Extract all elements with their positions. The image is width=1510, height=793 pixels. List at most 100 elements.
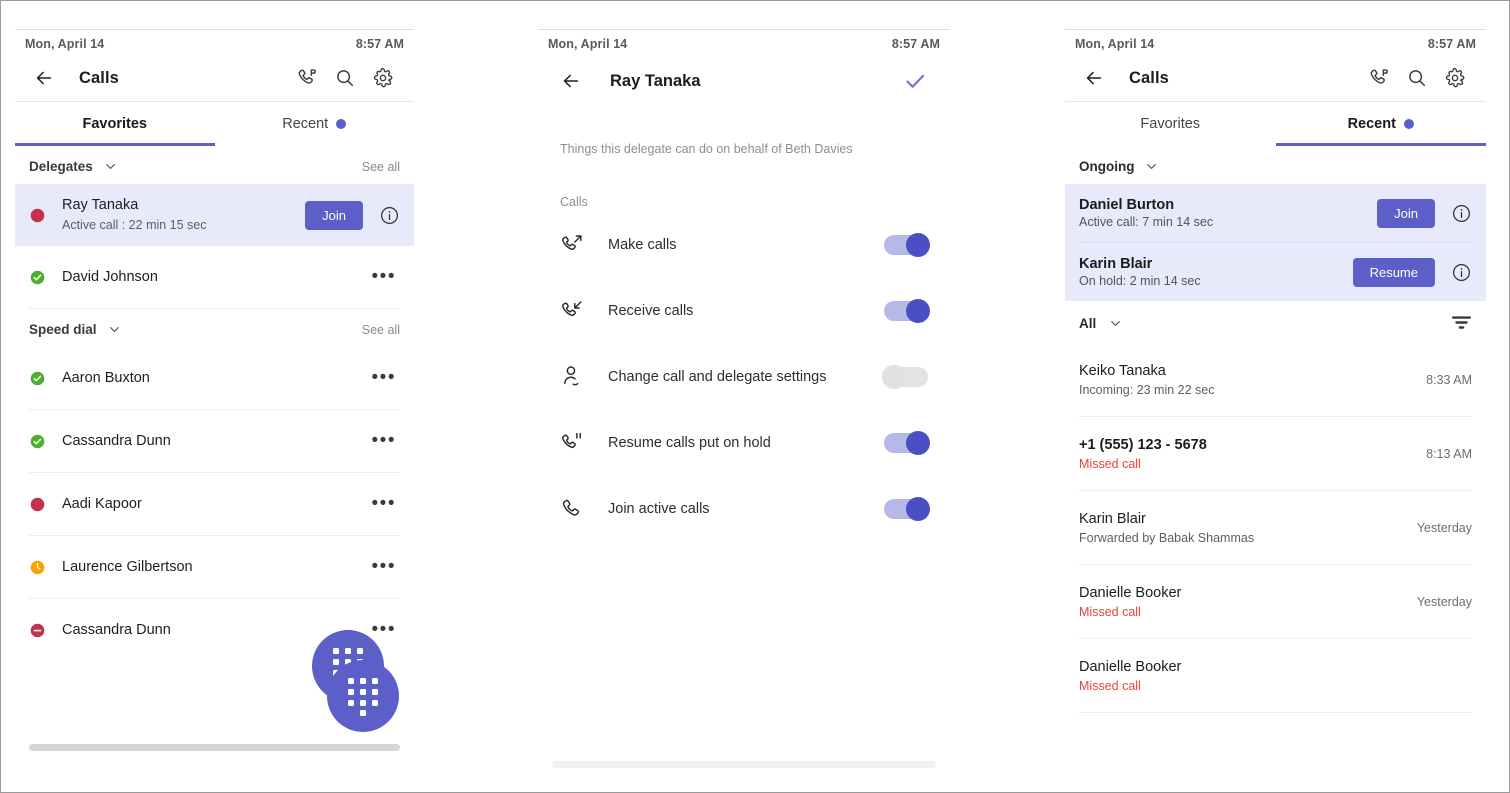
page-title: Calls <box>79 68 119 87</box>
phone-icon <box>560 496 594 521</box>
page-title: Calls <box>1129 68 1169 87</box>
permission-row-receive-calls[interactable]: Receive calls <box>538 281 950 341</box>
presence-available-icon <box>29 370 46 387</box>
call-status: Active call: 7 min 14 sec <box>1079 215 1214 229</box>
more-options-icon[interactable]: ••• <box>368 557 400 577</box>
status-bar: Mon, April 14 8:57 AM <box>15 30 414 55</box>
ongoing-call-row[interactable]: Daniel Burton Active call: 7 min 14 sec … <box>1065 184 1486 242</box>
tab-recent[interactable]: Recent <box>1275 102 1486 146</box>
status-bar: Mon, April 14 8:57 AM <box>1065 30 1486 55</box>
tab-recent[interactable]: Recent <box>215 102 415 146</box>
presence-available-icon <box>29 433 46 450</box>
back-arrow-icon[interactable] <box>1079 63 1109 93</box>
back-arrow-icon[interactable] <box>556 66 586 96</box>
contact-name: Karin Blair <box>1079 510 1146 527</box>
filter-label: All <box>1079 315 1097 331</box>
phone-outgoing-icon <box>560 232 594 257</box>
contact-name: Danielle Booker <box>1079 658 1182 675</box>
settings-gear-icon[interactable] <box>366 61 400 95</box>
more-options-icon[interactable]: ••• <box>368 620 400 640</box>
chevron-down-icon[interactable] <box>1108 316 1123 331</box>
toggle-change-settings[interactable] <box>882 364 928 389</box>
chevron-down-icon[interactable] <box>1144 159 1159 174</box>
checkmark-icon[interactable] <box>898 64 932 98</box>
call-time: Yesterday <box>1416 520 1472 535</box>
call-park-icon[interactable] <box>1362 61 1396 95</box>
speed-dial-row[interactable]: Laurence Gilbertson ••• <box>15 536 414 598</box>
info-icon[interactable] <box>1451 262 1472 283</box>
resume-button[interactable]: Resume <box>1352 257 1435 287</box>
app-bar: Calls <box>1065 55 1486 102</box>
settings-gear-icon[interactable] <box>1438 61 1472 95</box>
toggle-receive-calls[interactable] <box>884 298 930 323</box>
ongoing-calls-block: Daniel Burton Active call: 7 min 14 sec … <box>1065 184 1486 301</box>
person-settings-icon <box>560 364 594 389</box>
more-options-icon[interactable]: ••• <box>368 267 400 287</box>
contact-name: Daniel Burton <box>1079 197 1175 213</box>
horizontal-scrollbar[interactable] <box>29 744 400 751</box>
call-history-row[interactable]: Karin Blair Forwarded by Babak Shammas Y… <box>1065 491 1486 564</box>
contact-name: Aaron Buxton <box>62 369 150 386</box>
filter-icon[interactable] <box>1451 315 1472 331</box>
toggle-resume-calls[interactable] <box>884 430 930 455</box>
tab-favorites-label: Favorites <box>1140 116 1201 132</box>
contact-status: Active call : 22 min 15 sec <box>62 217 207 232</box>
tab-favorites[interactable]: Favorites <box>15 102 215 146</box>
permission-row-change-settings[interactable]: Change call and delegate settings <box>538 347 950 407</box>
join-button[interactable]: Join <box>1377 198 1435 228</box>
toggle-make-calls[interactable] <box>884 232 930 257</box>
see-all-speed-dial-link[interactable]: See all <box>362 323 400 337</box>
chevron-down-icon[interactable] <box>103 159 118 174</box>
phone-panel-recent: Mon, April 14 8:57 AM Calls Favorites Re… <box>1065 29 1486 774</box>
more-options-icon[interactable]: ••• <box>368 368 400 388</box>
tab-favorites[interactable]: Favorites <box>1065 102 1276 146</box>
call-time: 8:13 AM <box>1426 446 1472 461</box>
call-history-row[interactable]: Keiko Tanaka Incoming: 23 min 22 sec 8:3… <box>1065 343 1486 416</box>
back-arrow-icon[interactable] <box>29 63 59 93</box>
delegate-row-active-call[interactable]: Ray Tanaka Active call : 22 min 15 sec J… <box>15 184 414 246</box>
call-detail: Forwarded by Babak Shammas <box>1079 530 1255 545</box>
search-icon[interactable] <box>1400 61 1434 95</box>
permission-label: Resume calls put on hold <box>608 434 771 451</box>
call-filter-bar: All <box>1065 301 1486 343</box>
permission-label: Receive calls <box>608 302 694 319</box>
section-title: Ongoing <box>1079 159 1135 174</box>
status-time: 8:57 AM <box>355 37 404 51</box>
ongoing-call-row[interactable]: Karin Blair On hold: 2 min 14 sec Resume <box>1065 243 1486 301</box>
toggle-knob <box>882 364 906 389</box>
speed-dial-row[interactable]: Aadi Kapoor ••• <box>15 473 414 535</box>
info-icon[interactable] <box>1451 203 1472 224</box>
join-button[interactable]: Join <box>305 200 363 230</box>
toggle-join-calls[interactable] <box>884 496 930 521</box>
contact-name: Cassandra Dunn <box>62 621 171 638</box>
more-options-icon[interactable]: ••• <box>368 494 400 514</box>
tab-bar: Favorites Recent <box>15 102 414 146</box>
call-history-row[interactable]: Danielle Booker Missed call Yesterday <box>1065 565 1486 638</box>
dialpad-icon <box>348 678 378 716</box>
phone-hold-icon <box>560 430 594 455</box>
see-all-delegates-link[interactable]: See all <box>362 160 400 174</box>
speed-dial-row[interactable]: Cassandra Dunn ••• <box>15 410 414 472</box>
more-options-icon[interactable]: ••• <box>368 431 400 451</box>
search-icon[interactable] <box>328 61 362 95</box>
permissions-group-label: Calls <box>560 194 588 209</box>
screenshot-root: Mon, April 14 8:57 AM Calls Favorites Re… <box>0 0 1510 793</box>
permission-row-resume-calls[interactable]: Resume calls put on hold <box>538 413 950 473</box>
permission-label: Join active calls <box>608 500 710 517</box>
contact-name: Ray Tanaka <box>62 197 139 214</box>
info-icon[interactable] <box>379 205 400 226</box>
chevron-down-icon[interactable] <box>107 322 122 337</box>
status-time: 8:57 AM <box>891 37 940 51</box>
horizontal-scrollbar[interactable] <box>552 761 936 768</box>
dialpad-fab-recent[interactable] <box>327 660 399 732</box>
tab-active-underline <box>1275 143 1486 146</box>
permission-row-make-calls[interactable]: Make calls <box>538 215 950 275</box>
call-history-row[interactable]: Danielle Booker Missed call <box>1065 639 1486 712</box>
speed-dial-row[interactable]: Aaron Buxton ••• <box>15 347 414 409</box>
call-detail: Incoming: 23 min 22 sec <box>1079 382 1215 397</box>
delegate-row[interactable]: David Johnson ••• <box>15 246 414 308</box>
call-park-icon[interactable] <box>290 61 324 95</box>
permission-row-join-calls[interactable]: Join active calls <box>538 479 950 539</box>
call-history-row[interactable]: +1 (555) 123 - 5678 Missed call 8:13 AM <box>1065 417 1486 490</box>
contact-name: David Johnson <box>62 268 158 285</box>
